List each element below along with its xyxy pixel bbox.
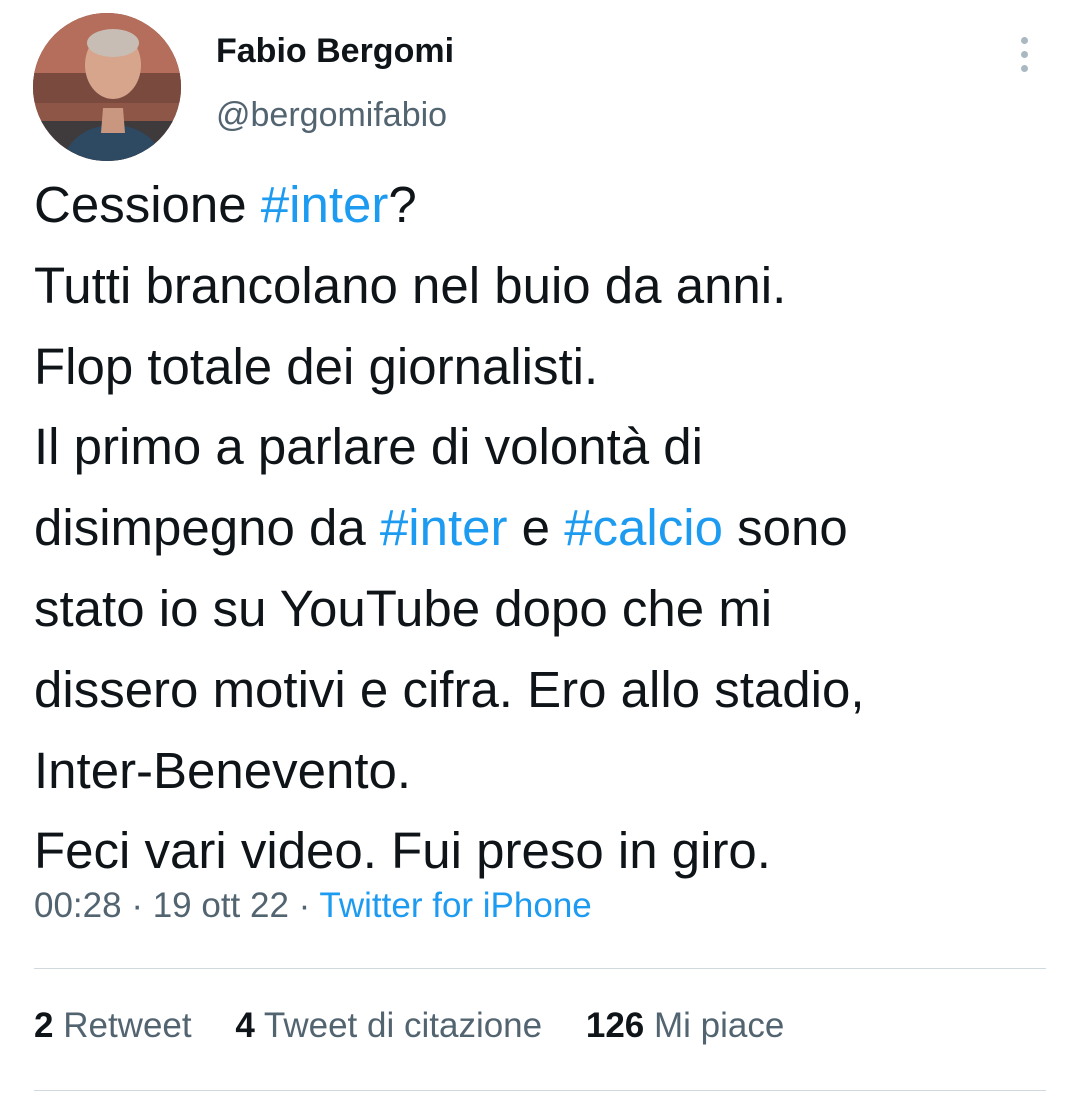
tweet-text-segment: Il primo a parlare di volontà di xyxy=(34,418,704,476)
meta-separator: · xyxy=(288,886,320,925)
tweet-line: stato io su YouTube dopo che mi xyxy=(34,569,1044,650)
more-dot xyxy=(1020,50,1028,58)
quotes-count: 4 xyxy=(235,1006,255,1045)
tweet-text-segment: Inter-Benevento. xyxy=(34,741,412,799)
tweet-text-segment: Tutti brancolano nel buio da anni. xyxy=(34,256,787,314)
tweet-line: Feci vari video. Fui preso in giro. xyxy=(34,811,1044,892)
tweet-line: Il primo a parlare di volontà di xyxy=(34,407,1044,488)
tweet-stats: 2 Retweet 4 Tweet di citazione 126 Mi pi… xyxy=(34,1006,818,1046)
tweet-text: Cessione #inter? Tutti brancolano nel bui… xyxy=(34,165,1044,892)
tweet-line: Cessione #inter? xyxy=(34,165,1044,246)
avatar[interactable] xyxy=(33,13,181,161)
likes-label: Mi piace xyxy=(654,1006,785,1045)
tweet-line: Tutti brancolano nel buio da anni. xyxy=(34,246,1044,327)
more-options-icon[interactable] xyxy=(1004,30,1044,78)
tweet-date[interactable]: 19 ott 22 xyxy=(153,886,289,925)
tweet-text-segment: dissero motivi e cifra. Ero allo stadio, xyxy=(34,660,865,718)
tweet-source-link[interactable]: Twitter for iPhone xyxy=(319,886,591,925)
tweet-text-segment: Cessione xyxy=(34,176,261,233)
retweets-count: 2 xyxy=(34,1006,54,1045)
tweet-line: disimpegno da #inter e #calcio sono xyxy=(34,488,1044,569)
avatar-photo xyxy=(33,13,181,161)
more-dot xyxy=(1020,64,1028,72)
author-handle[interactable]: @bergomifabio xyxy=(216,96,447,135)
tweet-time[interactable]: 00:28 xyxy=(34,886,122,925)
tweet-text-segment: e xyxy=(507,499,565,557)
tweet-meta: 00:28 · 19 ott 22 · Twitter for iPhone xyxy=(34,886,592,926)
likes-stat[interactable]: 126 Mi piace xyxy=(586,1006,784,1045)
more-dot xyxy=(1020,36,1028,44)
meta-separator: · xyxy=(121,886,153,925)
retweets-stat[interactable]: 2 Retweet xyxy=(34,1006,192,1045)
tweet-text-segment: ? xyxy=(388,176,417,233)
divider xyxy=(34,968,1046,969)
tweet-line: Inter-Benevento. xyxy=(34,731,1044,812)
hashtag-link[interactable]: #inter xyxy=(380,499,508,556)
tweet-text-segment: stato io su YouTube dopo che mi xyxy=(34,579,773,637)
likes-count: 126 xyxy=(585,1006,645,1045)
tweet-text-segment: sono xyxy=(722,499,848,557)
hashtag-link[interactable]: #calcio xyxy=(564,499,723,556)
tweet-line: dissero motivi e cifra. Ero allo stadio, xyxy=(34,650,1044,731)
tweet-text-segment: disimpegno da xyxy=(34,499,380,557)
hashtag-link[interactable]: #inter xyxy=(261,176,389,233)
tweet-line: Flop totale dei giornalisti. xyxy=(34,327,1044,408)
quotes-label: Tweet di citazione xyxy=(263,1006,543,1045)
divider xyxy=(34,1090,1046,1091)
retweets-label: Retweet xyxy=(63,1006,192,1045)
quotes-stat[interactable]: 4 Tweet di citazione xyxy=(235,1006,542,1045)
tweet-text-segment: Feci vari video. Fui preso in giro. xyxy=(34,822,771,880)
author-display-name[interactable]: Fabio Bergomi xyxy=(216,32,454,71)
tweet-text-segment: Flop totale dei giornalisti. xyxy=(34,337,599,395)
